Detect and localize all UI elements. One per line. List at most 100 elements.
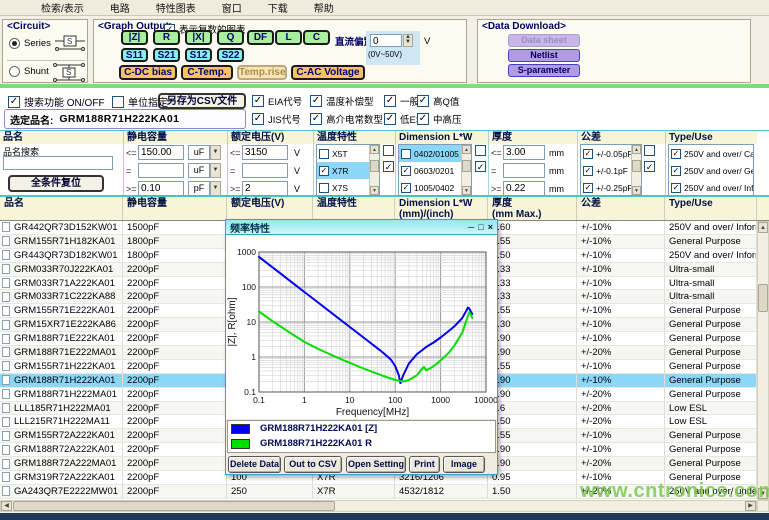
cell-use[interactable]: Ultra-small — [665, 277, 757, 290]
cell-cap[interactable]: 2200pF — [123, 443, 227, 456]
char-button-ctemp[interactable]: C-Temp. — [181, 65, 233, 80]
sparam-button-s11[interactable]: S11 — [121, 48, 148, 62]
table-header-cell-0[interactable]: 品名 — [0, 197, 123, 220]
cell-cap[interactable]: 2200pF — [123, 346, 227, 359]
table-header-cell-4[interactable]: Dimension L*W (mm)/(inch) — [395, 197, 488, 220]
param-button-c[interactable]: C — [303, 30, 330, 45]
cell-thick[interactable]: 0.90 — [488, 346, 577, 359]
cell-use[interactable]: 250V and over/ Informat — [665, 249, 757, 262]
tolerance-item-2[interactable]: ✓+/-0.25pF — [581, 179, 634, 196]
dimension-item-box-1[interactable]: ✓ — [401, 166, 411, 176]
cell-thick[interactable]: 0.55 — [488, 304, 577, 317]
hscroll-thumb[interactable] — [13, 501, 335, 511]
param-button-r[interactable]: R — [153, 30, 180, 45]
cell-part-name[interactable]: GRM188R71H222MA01 — [0, 388, 123, 401]
cell-tol[interactable]: +/-20% — [577, 402, 665, 415]
close-icon[interactable]: × — [488, 223, 493, 232]
type-use-item-box-2[interactable]: ✓ — [671, 183, 681, 193]
cell-part-name[interactable]: GRM155R71H182KA01 — [0, 235, 123, 248]
sparam-button-s12[interactable]: S12 — [185, 48, 212, 62]
type-check-r2-3-box[interactable]: ✓ — [417, 113, 429, 125]
table-header-cell-7[interactable]: Type/Use — [665, 197, 757, 220]
voltage-input-1[interactable] — [242, 163, 288, 178]
table-header-cell-6[interactable]: 公差 — [577, 197, 665, 220]
param-button-q[interactable]: Q — [217, 30, 244, 45]
cell-cap[interactable]: 1800pF — [123, 235, 227, 248]
cell-tol[interactable]: +/-10% — [577, 263, 665, 276]
cell-cap[interactable]: 2200pF — [123, 485, 227, 498]
capacitance-unit-dropdown-icon-0[interactable]: ▼ — [210, 145, 221, 160]
cell-use[interactable]: General Purpose — [665, 360, 757, 373]
cell-part-name[interactable]: GRM188R72A222MA01 — [0, 457, 123, 470]
capacitance-unit-dropdown-icon-1[interactable]: ▼ — [210, 163, 221, 178]
tolerance-item-box-1[interactable]: ✓ — [583, 166, 593, 176]
cell-tol[interactable]: +/-20% — [577, 415, 665, 428]
cell-part-name[interactable]: GRM155R71H222KA01 — [0, 360, 123, 373]
cell-tol[interactable]: +/-10% — [577, 360, 665, 373]
temp-char-item-0[interactable]: X5T — [317, 145, 372, 162]
temp-char-uncheck-all-box[interactable] — [383, 145, 394, 156]
type-check-r2-1-box[interactable]: ✓ — [310, 113, 322, 125]
temp-char-item-box-1[interactable]: ✓ — [319, 166, 329, 176]
dimension-scroll-up-icon[interactable]: ▲ — [462, 145, 471, 154]
dimension-scroll-thumb[interactable] — [462, 160, 471, 172]
thickness-input-1[interactable] — [503, 163, 545, 178]
tolerance-item-0[interactable]: ✓+/-0.05pF — [581, 145, 634, 162]
cell-tol[interactable]: +/-10% — [577, 221, 665, 234]
temp-char-listbox[interactable]: X5T✓X7RX7S▲▼ — [316, 144, 380, 196]
temp-char-scrollbar[interactable]: ▲▼ — [369, 145, 379, 195]
cell-cap[interactable]: 2200pF — [123, 290, 227, 303]
cell-tol[interactable]: +/-10% — [577, 318, 665, 331]
cell-thick[interactable]: 0.30 — [488, 318, 577, 331]
voltage-input-0[interactable]: 3150 — [242, 145, 288, 160]
menu-item-1[interactable]: 电路 — [97, 0, 143, 16]
cell-part-name[interactable]: LLL215R71H222MA11 — [0, 415, 123, 428]
type-check-r1-2-box[interactable]: ✓ — [384, 95, 396, 107]
capacitance-unit-0[interactable]: uF — [188, 145, 210, 160]
type-use-item-1[interactable]: ✓250V and over/ General — [669, 162, 754, 179]
menu-item-2[interactable]: 特性图表 — [143, 0, 209, 16]
cell-use[interactable]: Low ESL — [665, 402, 757, 415]
cell-thick[interactable]: 0.50 — [488, 249, 577, 262]
tolerance-listbox[interactable]: ✓+/-0.05pF✓+/-0.1pF✓+/-0.25pF▲▼ — [580, 144, 642, 196]
cell-part-name[interactable]: GRM15XR71E222KA86 — [0, 318, 123, 331]
type-use-listbox[interactable]: ✓250V and over/ Camera✓250V and over/ Ge… — [668, 144, 754, 196]
menu-item-4[interactable]: 下载 — [255, 0, 301, 16]
cell-cap[interactable]: 1800pF — [123, 249, 227, 262]
cell-thick[interactable]: 0.90 — [488, 388, 577, 401]
cell-use[interactable]: General Purpose — [665, 332, 757, 345]
cell-thick[interactable]: 0.60 — [488, 221, 577, 234]
temp-char-item-2[interactable]: X7S — [317, 179, 372, 196]
type-check-r1-1-box[interactable]: ✓ — [310, 95, 322, 107]
table-header-cell-5[interactable]: 厚度 (mm Max.) — [488, 197, 577, 220]
char-button-cacvoltage[interactable]: C-AC Voltage — [291, 65, 365, 80]
tolerance-scroll-thumb[interactable] — [632, 160, 641, 172]
cell-use[interactable]: Ultra-small — [665, 263, 757, 276]
cell-cap[interactable]: 2200pF — [123, 402, 227, 415]
cell-thick[interactable]: 0.90 — [488, 332, 577, 345]
dc-bias-input[interactable]: 0 — [370, 34, 402, 47]
cell-use[interactable]: 250V and over/ Informat — [665, 221, 757, 234]
type-check-r2-2-box[interactable]: ✓ — [384, 113, 396, 125]
menu-item-3[interactable]: 窗口 — [209, 0, 255, 16]
temp-char-check-all-box[interactable]: ✓ — [383, 161, 394, 172]
vscroll-up-arrow-icon[interactable]: ▲ — [758, 222, 768, 233]
tolerance-scroll-down-icon[interactable]: ▼ — [632, 186, 641, 195]
option-check-1[interactable]: 单位指定 — [112, 94, 168, 109]
type-use-item-0[interactable]: ✓250V and over/ Camera — [669, 145, 754, 162]
radio-series[interactable]: Series — [9, 38, 51, 49]
param-button-z[interactable]: |Z| — [121, 30, 148, 45]
cell-tol[interactable]: +/-10% — [577, 235, 665, 248]
hscroll-left-arrow-icon[interactable]: ◀ — [1, 501, 12, 511]
temp-char-item-box-2[interactable] — [319, 183, 329, 193]
cell-thick[interactable]: 0.55 — [488, 360, 577, 373]
capacitance-input-2[interactable]: 0.10 — [138, 181, 184, 196]
cell-tol[interactable]: +/-10% — [577, 374, 665, 387]
tolerance-item-box-2[interactable]: ✓ — [583, 183, 593, 193]
thickness-input-2[interactable]: 0.22 — [503, 181, 545, 196]
type-check-r1-0-box[interactable]: ✓ — [252, 95, 264, 107]
cell-cap[interactable]: 2200pF — [123, 471, 227, 484]
temp-char-scroll-down-icon[interactable]: ▼ — [370, 186, 379, 195]
cell-tol[interactable]: +/-10% — [577, 443, 665, 456]
popup-button-deletedata[interactable]: Delete Data — [228, 456, 281, 473]
